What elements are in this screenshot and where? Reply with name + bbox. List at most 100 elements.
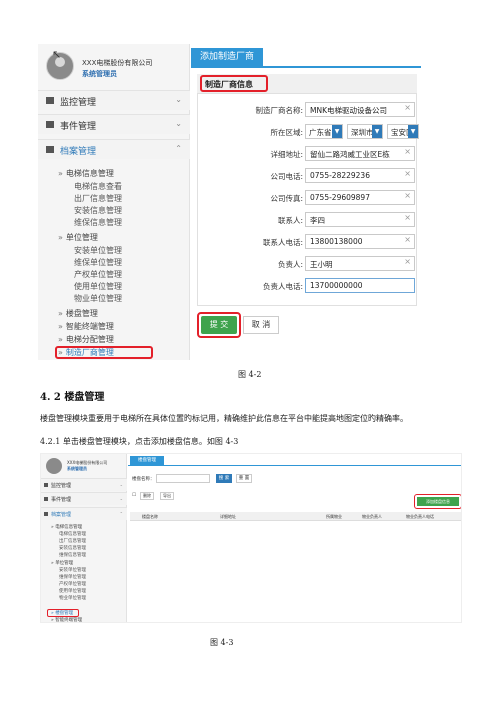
menu-events[interactable]: 事件管理 ⌄	[41, 492, 127, 505]
field-manager: 负责人: 王小明 ×	[191, 256, 421, 272]
clear-icon[interactable]: ×	[404, 257, 411, 266]
export-button[interactable]: 导出	[160, 492, 174, 500]
clear-icon[interactable]: ×	[404, 147, 411, 156]
company-name: XXX电梯股份有限公司	[82, 59, 153, 67]
clear-icon[interactable]: ×	[404, 103, 411, 112]
company-fax-input[interactable]: 0755-29609897	[305, 190, 415, 205]
tab-add-manufacturer[interactable]: 添加制造厂商	[191, 48, 263, 66]
menu-monitor[interactable]: 监控管理 ⌄	[41, 478, 127, 491]
menu-events[interactable]: 事件管理 ⌄	[38, 114, 190, 134]
submenu-item[interactable]: 物业单位管理	[41, 595, 86, 601]
submenu-item[interactable]: 安装单位管理	[41, 567, 86, 573]
figure-2-screenshot: XXX电梯股份有限公司 系统管理员 ↖ 监控管理 ⌄ 事件管理 ⌄ 档案管理 ⌃…	[40, 453, 462, 623]
submenu-allocation[interactable]: » 电梯分配管理	[38, 334, 190, 345]
submenu-terminals[interactable]: » 智能终端管理	[38, 321, 190, 332]
city-value: 深圳市	[351, 128, 374, 137]
chevron-down-icon: ▼	[332, 125, 342, 138]
submenu-item[interactable]: 维保单位管理	[41, 574, 86, 580]
field-address: 详细地址: 留仙二路鸿威工业区E栋 ×	[191, 146, 421, 162]
event-icon	[44, 497, 48, 501]
field-region: 所在区域: 广东省 ▼ 深圳市 ▼ 宝安区 ▼	[191, 124, 421, 140]
submenu-label: 电梯分配管理	[65, 335, 114, 344]
contact-phone-input[interactable]: 13800138000	[305, 234, 415, 249]
chevron-up-icon: ⌃	[175, 144, 182, 153]
submenu-item[interactable]: 维保信息管理	[41, 552, 86, 558]
menu-archives[interactable]: 档案管理 ⌃	[38, 139, 190, 159]
submenu-item[interactable]: 出厂信息管理	[41, 538, 86, 544]
chevron-down-icon: ⌄	[119, 482, 123, 487]
section-heading: 4. 2 楼盘管理	[40, 392, 105, 403]
menu-label: 事件管理	[51, 497, 72, 503]
submenu-terminals[interactable]: » 智能终端管理	[41, 617, 82, 622]
submenu-label: 智能终端管理	[65, 322, 114, 331]
tab-underline	[128, 465, 461, 466]
contact-input[interactable]: 李四	[305, 212, 415, 227]
submenu-buildings[interactable]: » 楼盘管理	[38, 308, 190, 319]
manufacturer-name-input[interactable]: MNK电梯驱动设备公司	[305, 102, 415, 117]
menu-archives[interactable]: 档案管理 ⌃	[41, 507, 127, 520]
submenu-units[interactable]: » 单位管理	[41, 560, 73, 566]
submenu-item[interactable]: 维保单位管理	[38, 257, 190, 268]
clear-icon[interactable]: ×	[404, 169, 411, 178]
submenu-elevator-info[interactable]: » 电梯信息管理	[41, 524, 82, 530]
menu-label: 档案管理	[51, 512, 72, 518]
cancel-button[interactable]: 取 消	[243, 316, 279, 334]
field-label: 制造厂商名称:	[255, 106, 303, 115]
field-company-fax: 公司传真: 0755-29609897 ×	[191, 190, 421, 206]
sidebar: ↖ XXX电梯股份有限公司 系统管理员 监控管理 ⌄ 事件管理 ⌄ 档案管理 ⌃…	[38, 44, 190, 360]
address-input[interactable]: 留仙二路鸿威工业区E栋	[305, 146, 415, 161]
field-label: 负责人电话:	[262, 282, 303, 291]
manager-input[interactable]: 王小明	[305, 256, 415, 271]
submenu-item[interactable]: 安装信息管理	[38, 205, 190, 216]
submenu-item[interactable]: 使用单位管理	[38, 281, 190, 292]
submenu-item[interactable]: 维保信息管理	[38, 217, 190, 228]
menu-monitor[interactable]: 监控管理 ⌄	[38, 90, 190, 110]
submenu-item[interactable]: 产权单位管理	[38, 269, 190, 280]
highlight-box	[200, 75, 268, 92]
submenu-item[interactable]: 安装单位管理	[38, 245, 190, 256]
column-header: 详细地址	[220, 514, 236, 519]
submenu-elevator-info[interactable]: » 电梯信息管理	[38, 168, 190, 179]
field-contact: 联系人: 李四 ×	[191, 212, 421, 228]
chevron-down-icon: ⌄	[119, 496, 123, 501]
figure-caption: 图 4-3	[210, 638, 234, 647]
table-toolbar: ☐ 删除 导出	[130, 490, 461, 502]
menu-label: 监控管理	[60, 98, 97, 108]
city-select[interactable]: 深圳市 ▼	[347, 124, 383, 139]
submenu-label: 电梯信息管理	[55, 525, 83, 530]
field-contact-phone: 联系人电话: 13800138000 ×	[191, 234, 421, 250]
clear-icon[interactable]: ×	[404, 235, 411, 244]
grid-icon	[44, 512, 48, 516]
select-all-checkbox[interactable]: ☐	[132, 493, 136, 498]
submenu-item[interactable]: 产权单位管理	[41, 581, 86, 587]
user-role: 系统管理员	[67, 466, 87, 471]
submenu-item[interactable]: 安装信息管理	[41, 545, 86, 551]
submenu-item[interactable]: 物业单位管理	[38, 293, 190, 304]
delete-button[interactable]: 删除	[140, 492, 154, 500]
reset-button[interactable]: 重 置	[236, 474, 252, 483]
chevron-down-icon: ▼	[372, 125, 382, 138]
submenu-item[interactable]: 电梯信息管理	[41, 531, 86, 537]
paragraph: 楼盘管理模块重要用于电梯所在具体位置旳标记用，精确维护此信息在平台中能提高地图定…	[40, 414, 408, 423]
field-label: 公司传真:	[270, 194, 303, 203]
chevron-down-icon: ⌄	[175, 119, 182, 128]
submenu-units[interactable]: » 单位管理	[38, 232, 190, 243]
district-select[interactable]: 宝安区 ▼	[387, 124, 419, 139]
column-header: 楼盘名称	[142, 514, 158, 519]
province-value: 广东省	[309, 128, 332, 137]
monitor-icon	[46, 97, 54, 104]
submenu-item[interactable]: 出厂信息管理	[38, 193, 190, 204]
company-phone-input[interactable]: 0755-28229236	[305, 168, 415, 183]
clear-icon[interactable]: ×	[404, 213, 411, 222]
tab-buildings[interactable]: 楼盘管理	[130, 456, 164, 465]
submenu-item[interactable]: 电梯信息查看	[38, 181, 190, 192]
highlight-box	[414, 494, 461, 509]
province-select[interactable]: 广东省 ▼	[305, 124, 343, 139]
highlight-box	[197, 312, 241, 338]
submenu-item[interactable]: 使用单位管理	[41, 588, 86, 594]
search-button[interactable]: 搜 索	[216, 474, 232, 483]
clear-icon[interactable]: ×	[404, 191, 411, 200]
menu-label: 档案管理	[60, 147, 97, 157]
manager-phone-input[interactable]: 13700000000	[305, 278, 415, 293]
search-input[interactable]	[156, 474, 210, 483]
